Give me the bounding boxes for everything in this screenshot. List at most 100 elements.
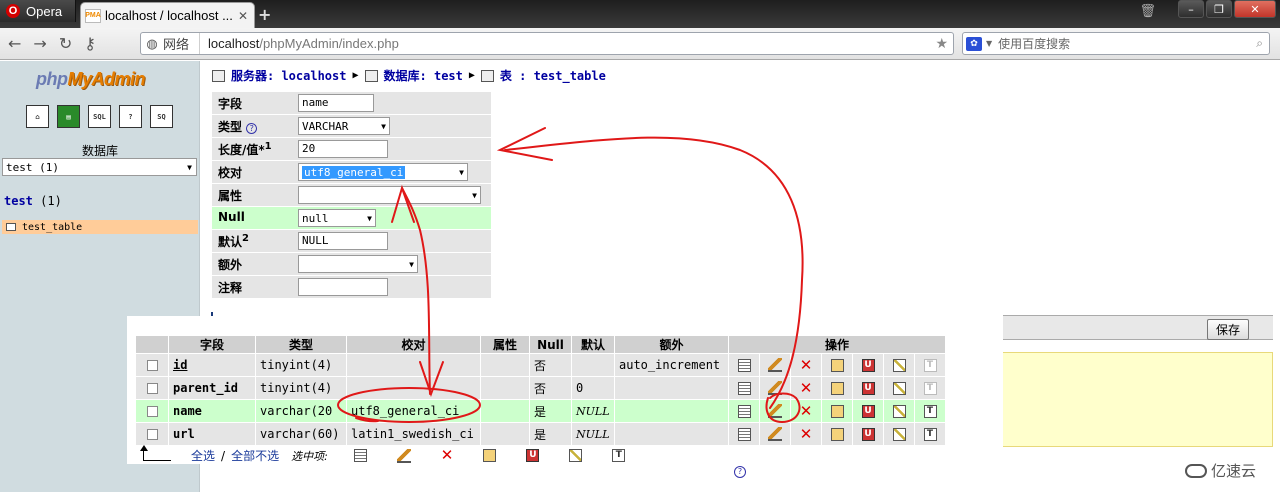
extra-select[interactable]: ▼ — [298, 255, 418, 273]
cell-null: 否 — [530, 377, 571, 399]
length-input[interactable]: 20 — [298, 140, 388, 158]
default-label-cell: 默认2 — [212, 230, 292, 253]
help-icon[interactable]: ? — [734, 466, 746, 478]
cell-attributes — [481, 400, 529, 422]
edit-pencil-icon[interactable] — [768, 358, 782, 373]
unique-icon[interactable]: U — [526, 449, 540, 462]
minimize-icon[interactable]: – — [1178, 0, 1204, 18]
browse-icon[interactable] — [737, 359, 751, 372]
unique-icon[interactable]: U — [861, 405, 875, 418]
edit-pencil-icon[interactable] — [396, 448, 411, 463]
header-action: 操作 — [729, 336, 945, 353]
home-icon[interactable]: ⌂ — [26, 105, 49, 128]
restore-icon[interactable]: ❐ — [1206, 0, 1232, 18]
edit-pencil-icon[interactable] — [768, 381, 782, 396]
search-field[interactable]: ✿ ▼ 使用百度搜索 ⌕ — [962, 32, 1270, 55]
unique-icon[interactable]: U — [861, 382, 875, 395]
index-icon[interactable] — [892, 382, 906, 395]
url-text[interactable]: localhost/phpMyAdmin/index.php — [200, 36, 399, 51]
help-icon[interactable]: ? — [246, 123, 258, 134]
default-label: 默认 — [218, 235, 243, 249]
pma-logo[interactable]: phpMyAdmin — [36, 69, 145, 90]
primary-key-icon[interactable] — [830, 428, 844, 441]
back-icon[interactable]: ← — [8, 34, 21, 53]
drop-x-icon[interactable]: ✕ — [441, 448, 454, 463]
header-collation: 校对 — [347, 336, 480, 353]
browse-icon[interactable] — [737, 382, 751, 395]
collation-select[interactable]: utf8_general_ci ▼ — [298, 163, 468, 181]
row-checkbox[interactable] — [146, 429, 158, 440]
field-name-link[interactable]: url — [173, 427, 195, 441]
sql-doc-icon[interactable]: SQ — [150, 105, 173, 128]
browse-icon[interactable] — [353, 449, 367, 462]
unique-icon[interactable]: U — [861, 359, 875, 372]
breadcrumb-table[interactable]: 表 : test_table — [500, 67, 606, 84]
field-name-link[interactable]: id — [173, 358, 187, 372]
table-browse-icon[interactable] — [6, 223, 16, 231]
new-tab-button[interactable]: + — [258, 5, 271, 24]
fulltext-icon[interactable]: T — [612, 449, 626, 462]
primary-key-icon[interactable] — [830, 405, 844, 418]
check-all-link[interactable]: 全选 — [191, 447, 215, 464]
drop-x-icon[interactable]: ✕ — [800, 381, 813, 396]
breadcrumb-database[interactable]: 数据库: test — [384, 67, 463, 84]
row-checkbox[interactable] — [146, 406, 158, 417]
default-input[interactable]: NULL — [298, 232, 388, 250]
index-icon[interactable] — [569, 449, 583, 462]
index-icon[interactable] — [892, 405, 906, 418]
query-window-icon[interactable]: ▤ — [57, 105, 80, 128]
primary-key-icon[interactable] — [830, 382, 844, 395]
drop-x-icon[interactable]: ✕ — [800, 427, 813, 442]
save-button[interactable]: 保存 — [1206, 319, 1249, 340]
opera-menu-button[interactable]: O Opera — [0, 0, 76, 22]
cell-default: 0 — [572, 377, 614, 399]
field-name-input[interactable]: name — [298, 94, 374, 112]
browse-icon[interactable] — [737, 405, 751, 418]
index-icon[interactable] — [892, 428, 906, 441]
bookmark-star-icon[interactable]: ★ — [935, 35, 948, 52]
close-window-icon[interactable]: ✕ — [1234, 0, 1276, 18]
unique-icon[interactable]: U — [861, 428, 875, 441]
bulk-actions-bar: 全选 / 全部不选 选中项: ✕ U T — [140, 444, 626, 464]
search-icon[interactable]: ⌕ — [1256, 36, 1263, 51]
url-field[interactable]: ◍ 网络 localhost/phpMyAdmin/index.php ★ — [140, 32, 954, 55]
field-name-link[interactable]: name — [173, 404, 202, 418]
primary-key-icon[interactable] — [830, 359, 844, 372]
row-checkbox[interactable] — [146, 360, 158, 371]
table-list-item[interactable]: test_table — [2, 220, 198, 234]
field-name-link[interactable]: parent_id — [173, 381, 238, 395]
breadcrumb-server[interactable]: 服务器: localhost — [231, 67, 346, 84]
table-icon — [480, 69, 494, 82]
key-icon[interactable]: ⚷ — [84, 34, 96, 53]
form-row-attributes: 属性 ▼ — [212, 184, 491, 207]
browser-tab[interactable]: PMA localhost / localhost ... ✕ — [80, 2, 255, 28]
header-default: 默认 — [572, 336, 614, 353]
forward-icon[interactable]: → — [33, 34, 46, 53]
index-icon[interactable] — [892, 359, 906, 372]
cell-type: tinyint(4) — [256, 377, 346, 399]
primary-key-icon[interactable] — [483, 449, 497, 462]
database-title[interactable]: test (1) — [4, 194, 62, 208]
row-checkbox[interactable] — [146, 383, 158, 394]
help-icon[interactable]: ? — [119, 105, 142, 128]
attributes-select[interactable]: ▼ — [298, 186, 481, 204]
edit-pencil-icon[interactable] — [768, 427, 782, 442]
uncheck-all-link[interactable]: 全部不选 — [231, 447, 279, 464]
search-engine-dropdown-icon[interactable]: ▼ — [986, 39, 992, 48]
fulltext-icon[interactable]: T — [923, 405, 937, 418]
drop-x-icon[interactable]: ✕ — [800, 358, 813, 373]
trash-icon[interactable]: 🗑 — [1139, 4, 1156, 19]
database-select[interactable]: test (1) ▼ — [2, 158, 197, 176]
type-select[interactable]: VARCHAR ▼ — [298, 117, 390, 135]
drop-x-icon[interactable]: ✕ — [800, 404, 813, 419]
fulltext-icon[interactable]: T — [923, 428, 937, 441]
browse-icon[interactable] — [737, 428, 751, 441]
sql-icon[interactable]: SQL — [88, 105, 111, 128]
edit-pencil-icon[interactable] — [768, 404, 782, 419]
url-host: localhost — [208, 36, 260, 51]
null-select[interactable]: null ▼ — [298, 209, 376, 227]
reload-icon[interactable]: ↻ — [59, 34, 72, 53]
cell-collation: utf8_general_ci — [347, 400, 480, 422]
tab-close-icon[interactable]: ✕ — [238, 9, 248, 23]
comment-input[interactable] — [298, 278, 388, 296]
